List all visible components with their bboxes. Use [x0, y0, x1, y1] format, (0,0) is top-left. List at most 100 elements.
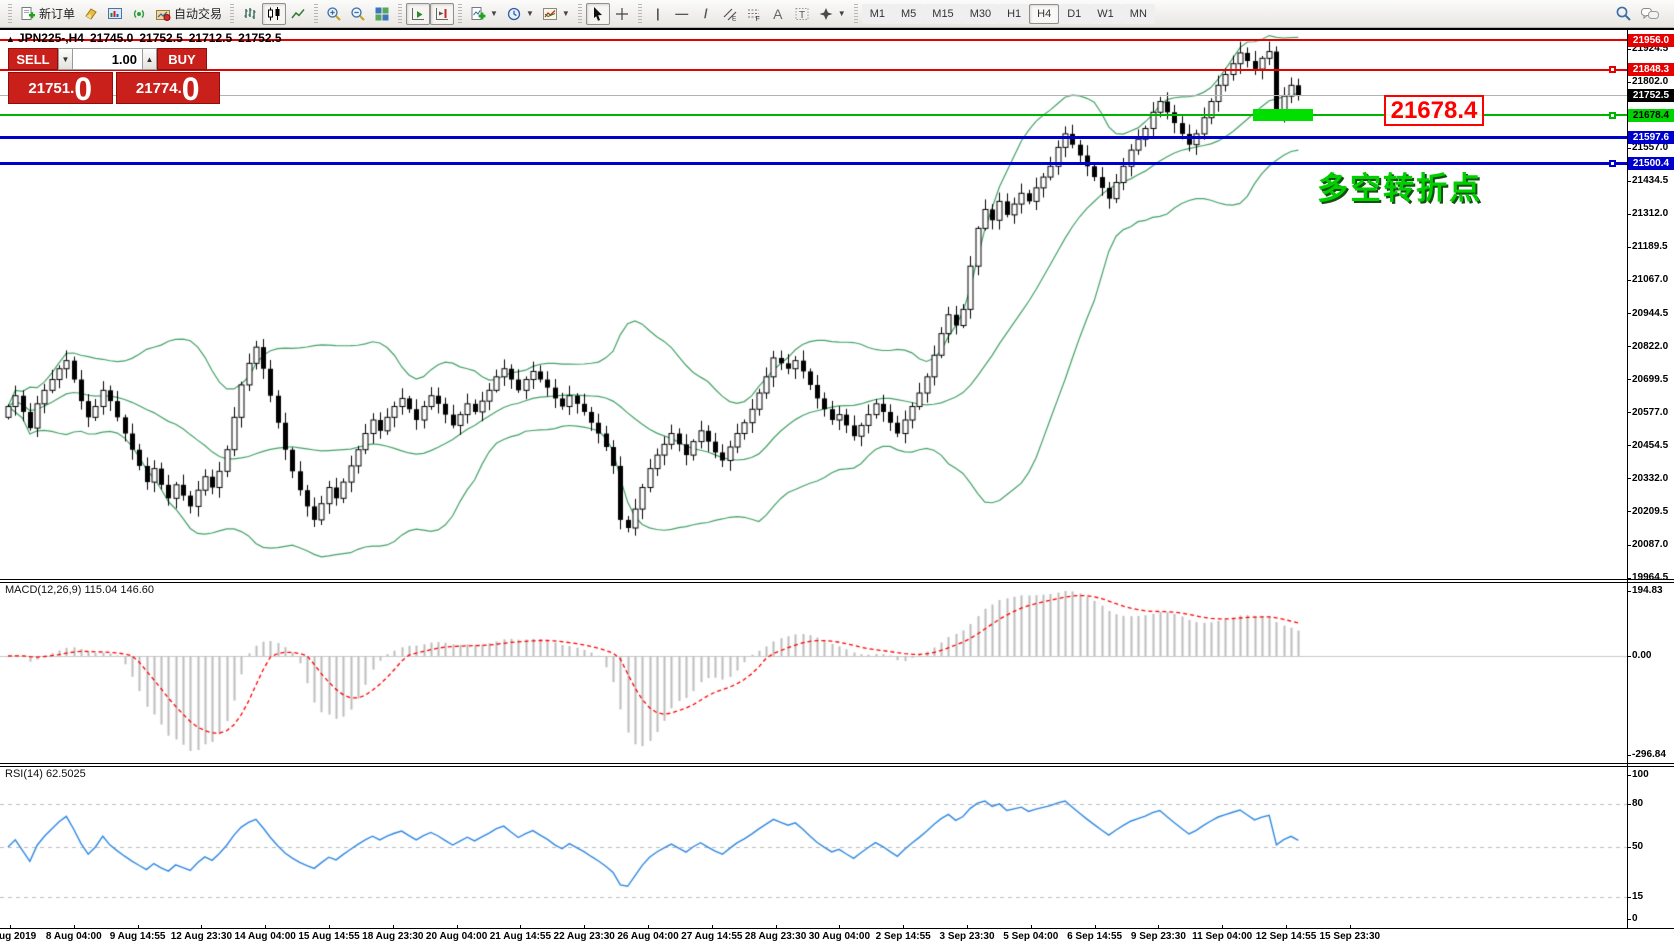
sell-button[interactable]: SELL	[8, 48, 58, 70]
zoom-out-icon	[350, 6, 366, 22]
timeframe-button-m5[interactable]: M5	[893, 3, 925, 24]
toolbar-grip	[8, 3, 12, 24]
price-level-line-21597.6[interactable]	[0, 135, 1627, 139]
fibonacci-button[interactable]: F	[742, 3, 766, 25]
crosshair-button[interactable]	[610, 3, 634, 25]
rsi-tick-mark	[1627, 897, 1631, 898]
tile-windows-button[interactable]	[370, 3, 394, 25]
chart-top-border	[0, 28, 1674, 30]
timeframe-button-d1[interactable]: D1	[1059, 3, 1090, 24]
time-axis-tick	[967, 925, 968, 929]
price-tick-label: 19964.5	[1632, 572, 1669, 584]
rsi-tick-label: 15	[1632, 891, 1644, 902]
line-handle[interactable]	[1609, 159, 1616, 167]
vertical-line-button[interactable]: |	[646, 3, 670, 25]
chat-button[interactable]	[1636, 3, 1664, 25]
text-button[interactable]: A	[766, 3, 790, 25]
price-tick-mark	[1627, 577, 1631, 579]
timeframe-button-h4[interactable]: H4	[1029, 3, 1060, 24]
turning-point-annotation[interactable]: 多空转折点	[1317, 163, 1482, 208]
dropdown-caret: ▼	[837, 9, 846, 18]
time-axis-label: 20 Aug 04:00	[425, 931, 488, 942]
price-tick-label: 21434.5	[1632, 175, 1669, 187]
macd-pane-divider[interactable]	[0, 579, 1674, 583]
horizontal-line-button[interactable]: —	[670, 3, 694, 25]
time-axis-tick	[1094, 925, 1096, 929]
trendline-button[interactable]: /	[694, 3, 718, 25]
symbol-period-label: JPN225-,H4	[17, 31, 84, 45]
price-tick-mark	[1627, 180, 1631, 182]
rsi-indicator-plot[interactable]	[0, 767, 1627, 928]
arrows-button[interactable]: ▼	[814, 3, 850, 25]
timeframe-button-h1[interactable]: H1	[999, 3, 1030, 24]
chart-shift-button[interactable]	[430, 2, 455, 25]
volume-decrease-button[interactable]: ▼	[58, 48, 73, 70]
eraser-icon	[83, 6, 99, 22]
timeframe-button-m1[interactable]: M1	[861, 3, 893, 24]
price-tick-mark	[1627, 412, 1631, 414]
main-chart-plot[interactable]	[0, 30, 1627, 580]
cursor-button[interactable]	[585, 2, 610, 25]
time-axis-tick	[10, 925, 11, 929]
styler-button[interactable]	[79, 3, 103, 25]
sell-price-box[interactable]: 21751. 0	[8, 72, 113, 105]
buy-price-box[interactable]: 21774. 0	[115, 72, 220, 105]
down-arrow-icon: ▼	[61, 54, 70, 64]
volume-input[interactable]	[73, 48, 142, 70]
volume-increase-button[interactable]: ▲	[142, 48, 157, 70]
buy-button[interactable]: BUY	[157, 48, 207, 70]
indicators-button[interactable]: ▼	[466, 3, 502, 25]
search-button[interactable]	[1611, 3, 1636, 25]
candlestick-chart-icon	[266, 6, 282, 22]
rsi-label: RSI(14) 62.5025	[5, 768, 86, 780]
candlestick-chart-button[interactable]	[262, 2, 287, 25]
macd-indicator-plot[interactable]	[0, 583, 1627, 764]
time-axis-label: 12 Aug 23:30	[170, 931, 233, 942]
periods-button[interactable]: ▼	[502, 3, 538, 25]
svg-text:E: E	[732, 15, 737, 22]
zoom-in-button[interactable]	[322, 3, 346, 25]
time-axis-label: 6 Aug 2019	[0, 931, 37, 942]
time-axis-label: 15 Sep 23:30	[1319, 931, 1381, 942]
up-arrow-icon: ▲	[145, 54, 154, 64]
rsi-tick-label: 80	[1632, 798, 1644, 809]
chat-icon	[1640, 6, 1660, 22]
signals-button[interactable]	[127, 3, 151, 25]
templates-button[interactable]: ▼	[538, 3, 574, 25]
time-axis-tick	[456, 925, 458, 929]
new-order-button[interactable]: 新订单	[16, 3, 79, 25]
time-axis-label: 9 Sep 23:30	[1130, 931, 1186, 942]
auto-trading-button[interactable]: 自动交易	[151, 3, 226, 25]
text-label-button[interactable]: T	[790, 3, 814, 25]
time-axis-label: 12 Sep 14:55	[1255, 931, 1317, 942]
price-tick-label: 20087.0	[1632, 539, 1669, 550]
timeframe-button-w1[interactable]: W1	[1089, 3, 1122, 24]
line-chart-button[interactable]	[286, 3, 310, 25]
rsi-pane-divider[interactable]	[0, 763, 1674, 767]
fibonacci-icon: F	[746, 6, 762, 22]
time-axis-tick	[584, 925, 586, 929]
line-handle[interactable]	[1609, 111, 1616, 119]
timeframe-button-m15[interactable]: M15	[924, 3, 962, 24]
timeframe-button-m30[interactable]: M30	[961, 3, 1000, 24]
buy-price-int: 21774	[135, 80, 178, 97]
auto-scroll-icon	[410, 6, 426, 22]
time-axis-label: 9 Aug 14:55	[109, 931, 166, 942]
line-handle[interactable]	[1609, 66, 1616, 74]
close-value: 21752.5	[238, 31, 282, 45]
bar-chart-button[interactable]	[238, 3, 262, 25]
support-highlight-box[interactable]	[1253, 109, 1313, 122]
price-level-line-21678.4[interactable]	[0, 114, 1627, 117]
price-tick-label: 21312.0	[1632, 208, 1669, 220]
market-watch-button[interactable]	[103, 3, 127, 25]
time-axis-tick	[73, 925, 75, 929]
price-level-line-21848.3[interactable]	[0, 68, 1627, 71]
equidistant-channel-button[interactable]: E	[718, 3, 742, 25]
price-tick-mark	[1627, 147, 1631, 149]
search-icon	[1615, 5, 1632, 22]
price-tick-label: 20944.5	[1632, 307, 1669, 319]
price-callout-box[interactable]: 21678.4	[1384, 95, 1484, 126]
zoom-out-button[interactable]	[346, 3, 370, 25]
timeframe-button-mn[interactable]: MN	[1121, 3, 1155, 24]
auto-scroll-button[interactable]	[406, 2, 431, 25]
